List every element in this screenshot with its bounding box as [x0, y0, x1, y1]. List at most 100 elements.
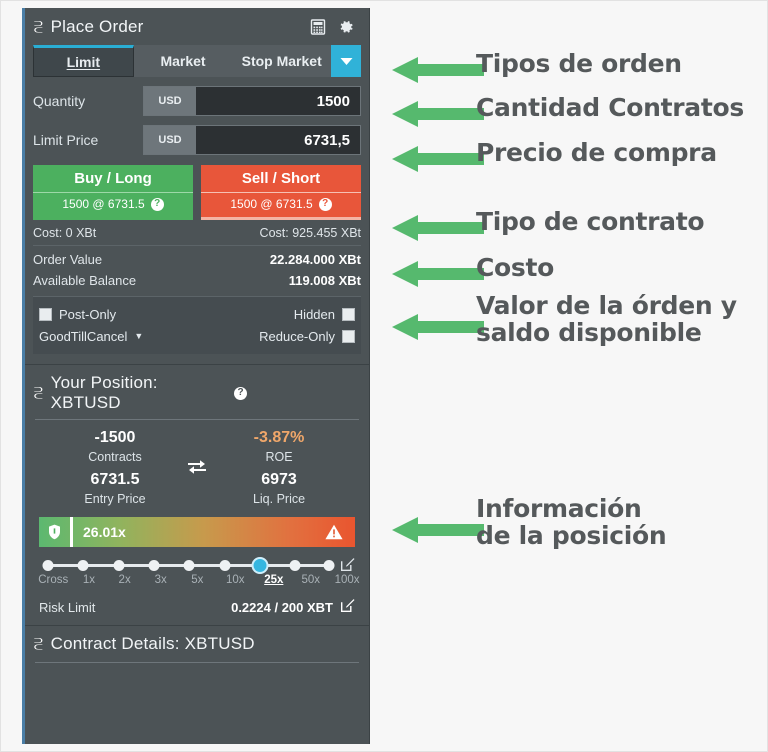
sell-short-sub: 1500 @ 6731.5 ? [201, 193, 361, 217]
leverage-label-1x[interactable]: 1x [83, 574, 95, 586]
gear-icon[interactable] [337, 18, 355, 36]
chevron-down-icon[interactable]: ⫔ [34, 20, 43, 35]
shield-icon [39, 517, 73, 547]
roe-label: ROE [265, 450, 293, 464]
liq-price-label: Liq. Price [252, 492, 306, 506]
warning-icon [325, 524, 355, 540]
leverage-label-3x[interactable]: 3x [155, 574, 167, 586]
buy-long-button[interactable]: Buy / Long 1500 @ 6731.5 ? [33, 165, 193, 220]
leverage-stop-10x[interactable] [219, 559, 230, 571]
leverage-label-2x[interactable]: 2x [119, 574, 131, 586]
quantity-field[interactable]: USD 1500 [143, 86, 361, 116]
leverage-label-50x[interactable]: 50x [301, 574, 320, 586]
chevron-down-icon[interactable]: ⫔ [34, 386, 43, 401]
annotation-label-cost: Costo [476, 253, 555, 282]
help-icon[interactable]: ? [318, 197, 332, 211]
leverage-stop-1x[interactable] [77, 559, 89, 571]
buy-long-sub-text: 1500 @ 6731.5 [62, 197, 145, 211]
reduce-only-label: Reduce-Only [259, 328, 335, 344]
edit-leverage-icon[interactable] [333, 557, 355, 572]
position-bottom-row: 6731.5 Entry Price 6973 Liq. Price [33, 471, 361, 506]
roe-cell: -3.87% ROE [197, 429, 361, 464]
header-icon-group [310, 18, 359, 36]
your-position-header[interactable]: ⫔ Your Position: XBTUSD ? [25, 365, 369, 419]
place-order-header[interactable]: ⫔ Place Order [25, 8, 369, 43]
post-only-label: Post-Only [59, 306, 117, 322]
entry-price-value: 6731.5 [90, 471, 140, 488]
sell-short-label: Sell / Short [201, 170, 361, 193]
limit-price-row: Limit Price USD 6731,5 [33, 125, 361, 155]
tab-limit[interactable]: Limit [33, 45, 134, 77]
leverage-label-cross[interactable]: Cross [38, 574, 68, 586]
help-icon[interactable]: ? [150, 197, 164, 211]
quantity-unit: USD [144, 87, 196, 115]
order-options: Post-Only Hidden GoodTillCancel ▼ Reduce… [33, 296, 361, 354]
sell-short-sub-text: 1500 @ 6731.5 [230, 197, 313, 211]
leverage-label-25x[interactable]: 25x [264, 574, 283, 586]
leverage-slider-labels: Cross 1x 2x 3x 5x 10x 25x 50x 100x [38, 574, 359, 590]
quantity-input[interactable]: 1500 [196, 87, 360, 115]
post-only-option[interactable]: Post-Only [39, 307, 294, 322]
risk-limit-row: Risk Limit 0.2224 / 200 XBT [39, 598, 355, 616]
available-balance-label: Available Balance [33, 273, 137, 288]
roe-value: -3.87% [253, 429, 305, 446]
available-balance-amount: 119.008 XBt [288, 273, 361, 288]
time-in-force-dropdown[interactable]: GoodTillCancel ▼ [39, 329, 259, 344]
sell-short-button[interactable]: Sell / Short 1500 @ 6731.5 ? [201, 165, 361, 220]
position-top-row: -1500 Contracts -3.87% ROE [33, 429, 361, 474]
leverage-stop-50x[interactable] [289, 559, 301, 571]
hidden-checkbox[interactable] [342, 307, 355, 321]
annotation-arrow-3 [392, 146, 484, 172]
screenshot-root: ⫔ Place Order Limit Market Stop Market Q… [0, 0, 768, 752]
tab-stop-market[interactable]: Stop Market [232, 45, 331, 77]
help-icon[interactable]: ? [234, 386, 247, 400]
place-order-title: Place Order [50, 17, 144, 36]
leverage-label-10x[interactable]: 10x [226, 574, 245, 586]
annotation-label-contract-type: Tipo de contrato [476, 207, 705, 236]
post-only-checkbox[interactable] [39, 307, 52, 321]
edit-risk-limit-icon[interactable] [340, 598, 355, 616]
buy-long-label: Buy / Long [33, 170, 193, 193]
limit-price-input[interactable]: 6731,5 [196, 126, 360, 154]
entry-price-cell: 6731.5 Entry Price [33, 471, 197, 506]
liq-price-cell: 6973 Liq. Price [197, 471, 361, 506]
position-rule [35, 419, 359, 420]
chevron-down-icon[interactable]: ⫔ [34, 637, 43, 652]
contract-details-title: Contract Details: XBTUSD [50, 634, 255, 653]
risk-limit-value: 0.2224 / 200 XBT [231, 599, 333, 615]
leverage-stop-25x-selected[interactable] [251, 556, 269, 574]
leverage-stop-2x[interactable] [113, 559, 125, 571]
tab-market[interactable]: Market [134, 45, 233, 77]
calculator-icon[interactable] [310, 19, 326, 35]
leverage-stop-3x[interactable] [148, 559, 160, 571]
leverage-stop-5x[interactable] [183, 559, 195, 571]
limit-price-label: Limit Price [33, 132, 99, 148]
chevron-down-icon [340, 57, 353, 65]
annotation-label-order-value: Valor de la órden y saldo disponible [476, 291, 737, 347]
leverage-label-5x[interactable]: 5x [191, 574, 203, 586]
buy-cost: Cost: 0 XBt [33, 226, 97, 240]
contract-details-header[interactable]: ⫔ Contract Details: XBTUSD [25, 626, 369, 662]
reduce-only-checkbox[interactable] [342, 329, 355, 343]
leverage-label-100x[interactable]: 100x [335, 574, 360, 586]
leverage-bar[interactable]: 26.01x [39, 517, 355, 547]
contracts-cell: -1500 Contracts [33, 429, 197, 464]
order-type-dropdown-button[interactable] [331, 45, 362, 77]
buy-sell-buttons: Buy / Long 1500 @ 6731.5 ? Sell / Short … [33, 165, 361, 220]
hidden-option[interactable]: Hidden [294, 307, 355, 322]
reduce-only-option[interactable]: Reduce-Only [259, 329, 355, 344]
order-value-label: Order Value [33, 252, 103, 267]
available-balance-row: Available Balance 119.008 XBt [33, 273, 361, 288]
annotation-arrow-5 [392, 261, 484, 287]
your-position-title: Your Position: XBTUSD [50, 373, 158, 412]
leverage-stop-cross[interactable] [42, 559, 54, 571]
leverage-stop-100x[interactable] [323, 559, 335, 571]
time-in-force-label: GoodTillCancel [39, 328, 128, 344]
leverage-slider-track-area[interactable] [39, 556, 335, 574]
annotation-arrow-7 [392, 517, 484, 543]
limit-price-field[interactable]: USD 6731,5 [143, 125, 361, 155]
leverage-slider[interactable] [39, 556, 355, 574]
annotation-label-buy-price: Precio de compra [476, 138, 717, 167]
quantity-label: Quantity [33, 93, 86, 109]
annotation-label-order-types: Tipos de orden [476, 49, 682, 78]
